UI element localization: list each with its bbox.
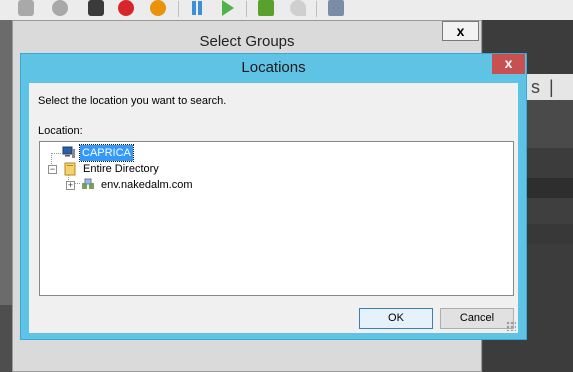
pause-icon[interactable] [190,0,204,16]
computer-icon [62,146,76,160]
host-toolbar [0,0,573,20]
ok-button[interactable]: OK [359,308,433,329]
undo-icon[interactable] [290,0,306,16]
collapse-icon[interactable]: − [48,165,57,174]
tree-item-label: CAPRICA [79,144,134,162]
instruction-text: Select the location you want to search. [38,95,227,107]
tree-item-label: Entire Directory [83,163,159,175]
host-left-strip [0,305,12,372]
network-icon[interactable] [328,0,344,16]
toolbar-separator [246,1,247,17]
toolbar-separator [316,1,317,17]
run-script-icon[interactable] [258,0,274,16]
tree-connector [51,153,61,154]
power-off-icon[interactable] [150,0,166,16]
tree-item-label: env.nakedalm.com [101,179,193,191]
select-groups-close-button[interactable]: x [442,21,479,41]
locations-close-button[interactable]: x [492,54,525,74]
stop-icon[interactable] [88,0,104,16]
location-tree[interactable]: CAPRICA − Entire Directory + env.nakedal… [39,141,514,296]
location-label: Location: [38,125,83,137]
directory-icon [63,162,77,176]
connect-icon[interactable] [18,0,34,16]
locations-dialog: Locations x Select the location you want… [20,53,527,340]
locations-client-area: Select the location you want to search. … [29,83,518,333]
locations-titlebar[interactable]: Locations x [21,54,526,80]
toolbar-separator [178,1,179,17]
cancel-button[interactable]: Cancel [440,308,514,329]
shutdown-icon[interactable] [118,0,134,16]
select-groups-title: Select Groups [199,33,295,50]
expand-icon[interactable]: + [66,181,75,190]
domain-icon [81,178,95,192]
power-icon[interactable] [52,0,68,16]
resize-grip-icon[interactable] [506,321,516,331]
locations-title: Locations [241,59,306,76]
play-icon[interactable] [222,0,234,16]
